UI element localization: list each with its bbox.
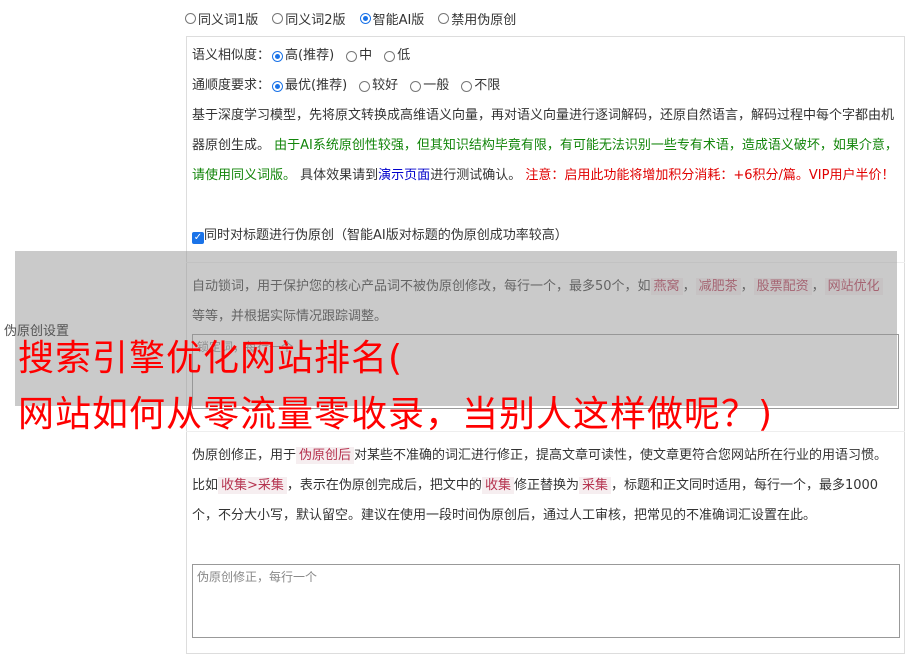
similarity-high-radio[interactable]: 高(推荐) bbox=[272, 46, 334, 66]
radio-selected-icon bbox=[359, 13, 371, 24]
radio-selected-icon bbox=[272, 80, 284, 92]
divider bbox=[186, 431, 905, 432]
radio-icon bbox=[461, 80, 473, 92]
settings-side-label: 伪原创设置 bbox=[4, 324, 70, 339]
demo-page-link[interactable]: 演示页面 bbox=[378, 168, 430, 183]
radio-selected-icon bbox=[272, 50, 284, 62]
correction-description: 伪原创修正，用于 伪原创后 对某些不准确的词汇进行修正，提高文章可读性，使文章更符合… bbox=[192, 447, 888, 523]
fluency-best-radio[interactable]: 最优(推荐) bbox=[272, 76, 347, 96]
similarity-low-radio[interactable]: 低 bbox=[384, 46, 410, 66]
fluency-row: 通顺度要求： 最优(推荐) 较好 一般 不限 bbox=[192, 76, 500, 96]
radio-icon bbox=[359, 80, 371, 92]
radio-icon bbox=[185, 13, 196, 24]
radio-icon bbox=[438, 13, 450, 24]
overlay-band bbox=[15, 251, 897, 406]
title-rewrite-row: ✓ 同时对标题进行伪原创（智能AI版对标题的伪原创成功率较高） bbox=[192, 226, 568, 246]
similarity-mid-radio[interactable]: 中 bbox=[346, 46, 372, 66]
example-tag: 采集 bbox=[578, 477, 611, 494]
headline-line2: 网站如何从零流量零收录，当别人这样做呢？) bbox=[18, 394, 774, 435]
mode-radio-disable[interactable]: 禁用伪原创 bbox=[438, 9, 516, 28]
mode-radio-ai[interactable]: 智能AI版 bbox=[359, 9, 424, 28]
headline-line1: 搜索引擎优化网站排名( bbox=[18, 338, 404, 379]
title-rewrite-checkbox[interactable]: ✓ bbox=[192, 232, 204, 244]
example-tag: 收集 bbox=[481, 477, 514, 494]
mode-radio-synonym2[interactable]: 同义词2版 bbox=[272, 9, 346, 28]
fluency-normal-radio[interactable]: 一般 bbox=[410, 76, 449, 96]
similarity-row: 语义相似度： 高(推荐) 中 低 bbox=[192, 46, 410, 66]
mode-radio-group: 同义词1版 同义词2版 智能AI版 禁用伪原创 bbox=[185, 9, 516, 28]
radio-icon bbox=[272, 13, 284, 24]
correction-textarea[interactable] bbox=[192, 564, 900, 638]
example-tag: 伪原创后 bbox=[296, 447, 355, 464]
fluency-any-radio[interactable]: 不限 bbox=[461, 76, 500, 96]
radio-icon bbox=[410, 80, 422, 92]
example-tag: 收集>采集 bbox=[218, 477, 287, 494]
title-rewrite-label: 同时对标题进行伪原创（智能AI版对标题的伪原创成功率较高） bbox=[204, 228, 568, 243]
fluency-label: 通顺度要求： bbox=[192, 78, 271, 93]
fluency-good-radio[interactable]: 较好 bbox=[359, 76, 398, 96]
mode-radio-synonym1[interactable]: 同义词1版 bbox=[185, 9, 258, 28]
similarity-label: 语义相似度： bbox=[192, 48, 271, 63]
ai-description: 基于深度学习模型，先将原文转换成高维语义向量，再对语义向量进行逐词解码，还原自然… bbox=[192, 108, 898, 183]
cost-warning: 注意：启用此功能将增加积分消耗：+6积分/篇。VIP用户半价！ bbox=[525, 168, 895, 183]
radio-icon bbox=[346, 50, 358, 62]
radio-icon bbox=[384, 50, 396, 62]
